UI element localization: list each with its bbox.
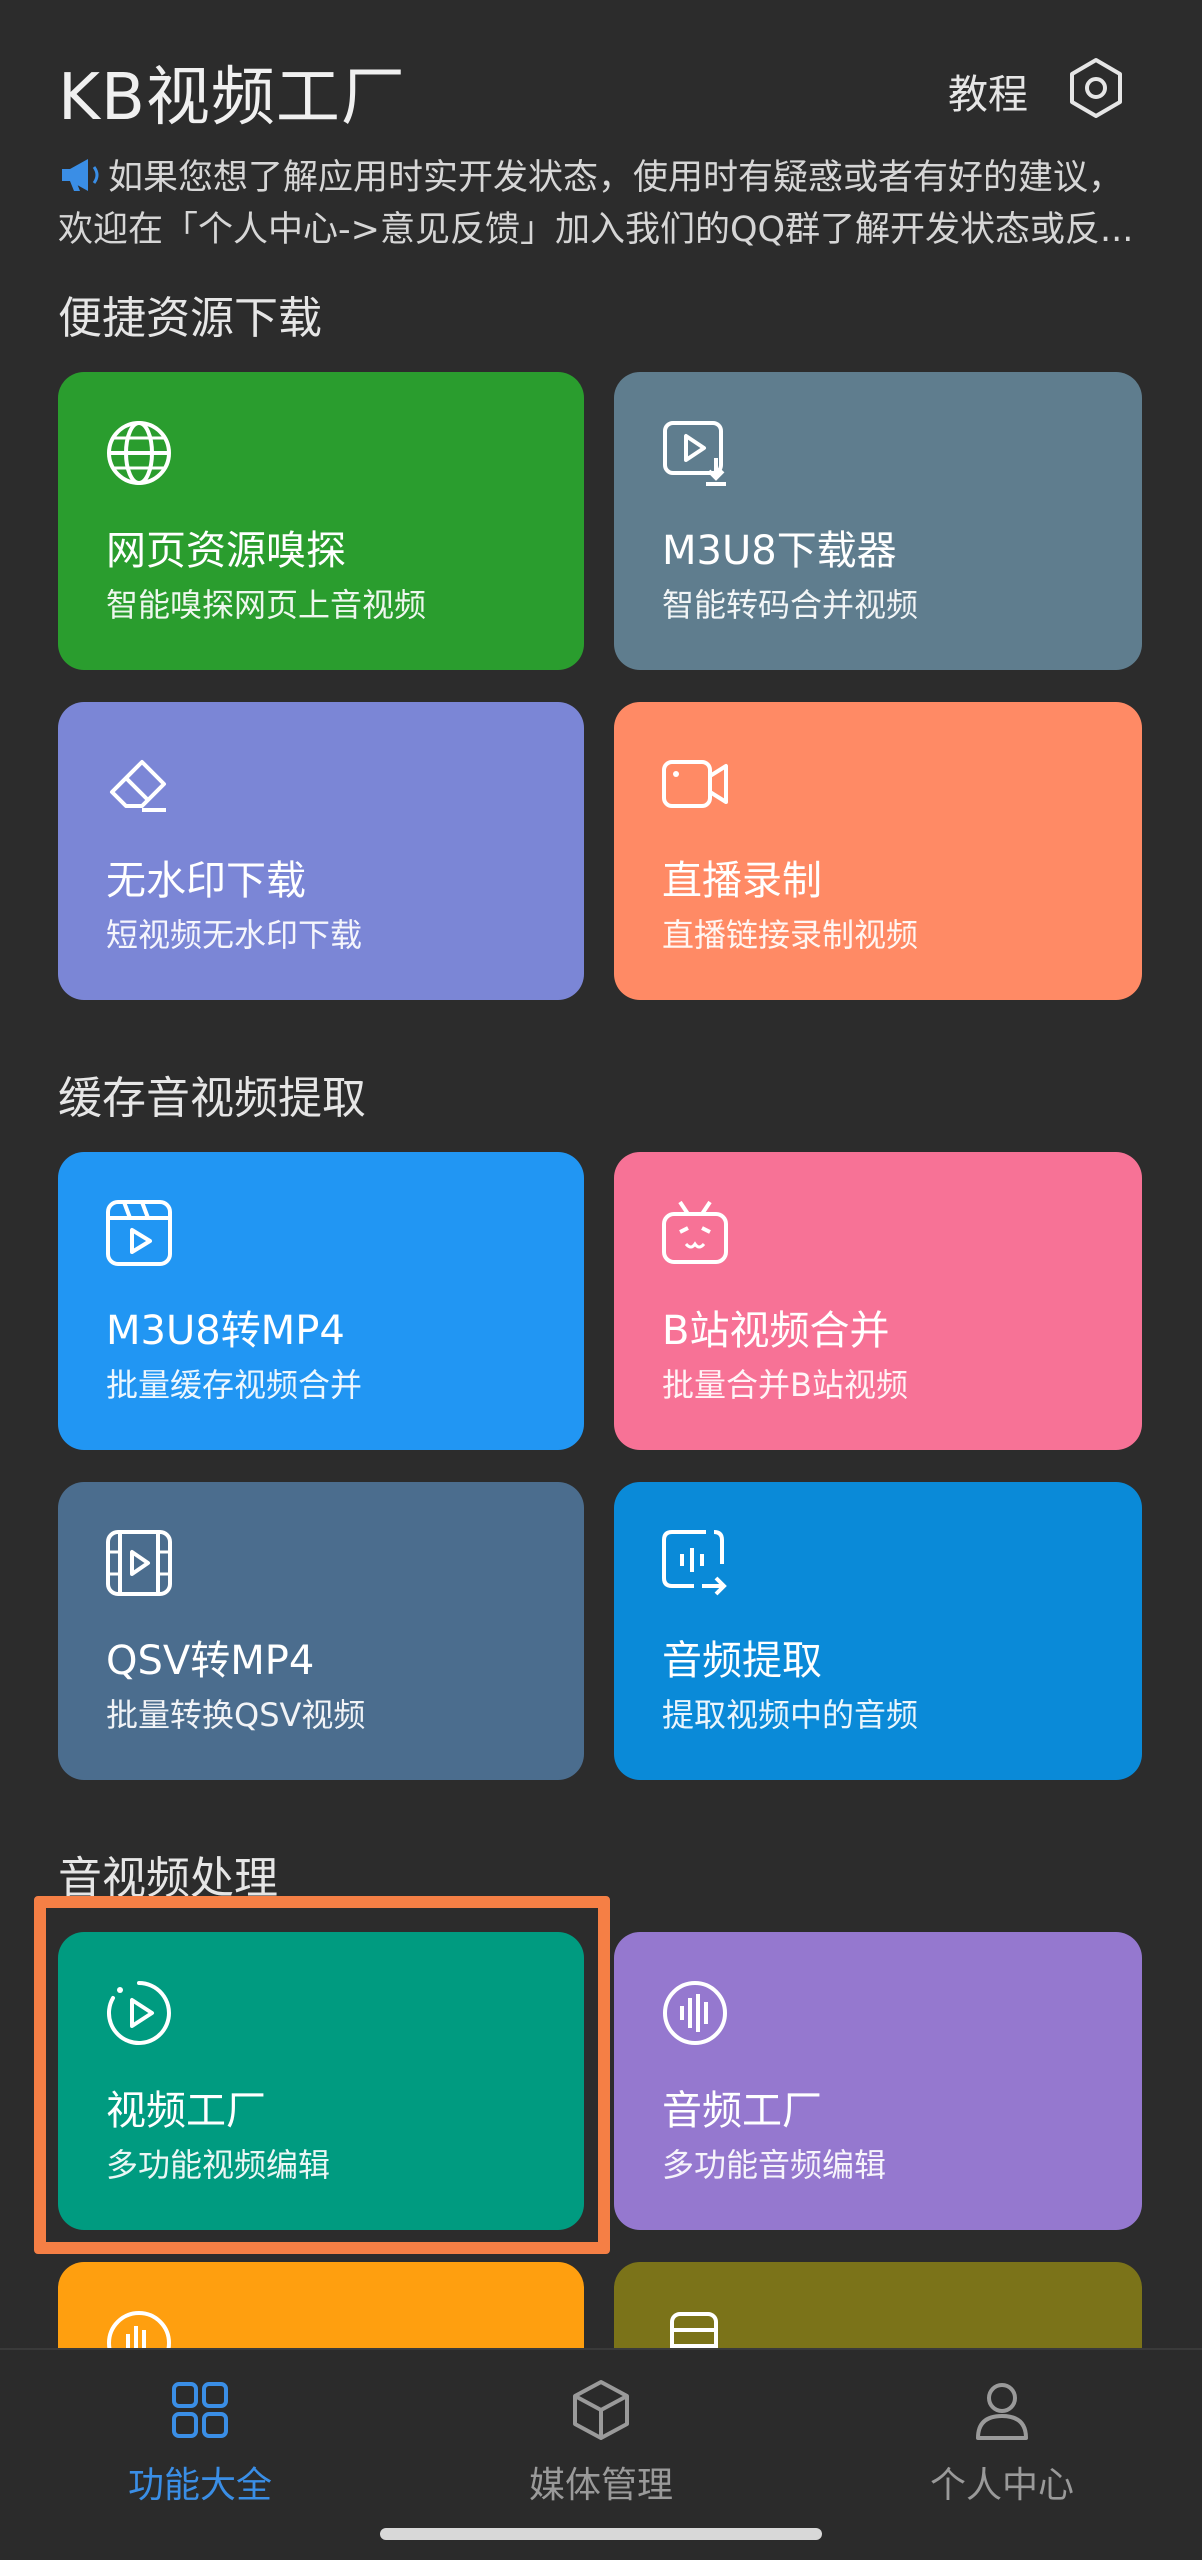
nav-tab-personal-center[interactable]: 个人中心: [852, 2378, 1152, 2508]
nav-label: 个人中心: [929, 2465, 1074, 2506]
tutorial-link[interactable]: 教程: [948, 62, 1028, 120]
card-subtitle: 批量合并B站视频: [662, 1366, 908, 1404]
highlight-frame: [34, 1896, 610, 2254]
announcement-line-1: 如果您想了解应用时实开发状态，使用时有疑惑或者有好的建议，: [108, 158, 1124, 198]
audio-extract-icon: [662, 1530, 727, 1596]
app-screen: KB视频工厂 教程 如果您想了解应用时实开发状态，使用时有疑惑或者有好的建议， …: [0, 0, 1202, 2560]
card-title: 直播录制: [662, 858, 822, 904]
card-subtitle: 提取视频中的音频: [662, 1696, 919, 1734]
card-audio-factory[interactable]: 音频工厂 多功能音频编辑: [614, 1932, 1142, 2230]
section-title-cache-extract: 缓存音视频提取: [58, 1073, 366, 1124]
home-indicator[interactable]: [380, 2528, 822, 2540]
card-web-sniff[interactable]: 网页资源嗅探 智能嗅探网页上音视频: [58, 372, 584, 670]
card-title: 网页资源嗅探: [106, 528, 346, 574]
video-camera-icon: [662, 760, 728, 808]
card-audio-extract[interactable]: 音频提取 提取视频中的音频: [614, 1482, 1142, 1780]
card-subtitle: 批量缓存视频合并: [106, 1366, 363, 1404]
card-subtitle: 智能转码合并视频: [662, 586, 919, 624]
card-title: M3U8下载器: [662, 528, 897, 574]
card-subtitle: 智能嗅探网页上音视频: [106, 586, 427, 624]
clapperboard-icon: [106, 1200, 172, 1266]
card-subtitle: 短视频无水印下载: [106, 916, 363, 954]
announcement-line-2: 欢迎在「个人中心->意见反馈」加入我们的QQ群了解开发状态或反...: [58, 210, 1134, 250]
card-title: B站视频合并: [662, 1308, 890, 1354]
card-bilibili-merge[interactable]: B站视频合并 批量合并B站视频: [614, 1152, 1142, 1450]
globe-icon: [107, 421, 171, 485]
card-m3u8-downloader[interactable]: M3U8下载器 智能转码合并视频: [614, 372, 1142, 670]
section-title-quick-download: 便捷资源下载: [58, 293, 322, 344]
grid-apps-icon: [172, 2382, 228, 2438]
card-title: QSV转MP4: [106, 1638, 315, 1684]
cube-icon: [573, 2380, 629, 2440]
card-title: 无水印下载: [106, 858, 306, 904]
gear-hexagon-icon: [1070, 58, 1122, 118]
card-subtitle: 批量转换QSV视频: [106, 1696, 366, 1734]
announcement-banner[interactable]: 如果您想了解应用时实开发状态，使用时有疑惑或者有好的建议， 欢迎在「个人中心->…: [58, 152, 1148, 256]
card-qsv-to-mp4[interactable]: QSV转MP4 批量转换QSV视频: [58, 1482, 584, 1780]
nav-label: 媒体管理: [528, 2465, 673, 2506]
bilibili-tv-icon: [662, 1200, 728, 1264]
card-subtitle: 直播链接录制视频: [662, 916, 919, 954]
card-no-watermark[interactable]: 无水印下载 短视频无水印下载: [58, 702, 584, 1000]
card-m3u8-to-mp4[interactable]: M3U8转MP4 批量缓存视频合并: [58, 1152, 584, 1450]
nav-tab-all-features[interactable]: 功能大全: [50, 2378, 350, 2508]
card-title: M3U8转MP4: [106, 1308, 345, 1354]
card-title: 音频工厂: [662, 2088, 822, 2134]
film-strip-icon: [106, 1530, 172, 1596]
card-live-record[interactable]: 直播录制 直播链接录制视频: [614, 702, 1142, 1000]
person-icon: [976, 2383, 1028, 2440]
eraser-icon: [110, 760, 166, 812]
video-download-icon: [663, 421, 726, 486]
audio-wave-circle-icon: [663, 1981, 727, 2045]
card-subtitle: 多功能音频编辑: [662, 2146, 887, 2184]
megaphone-icon: [62, 159, 99, 191]
settings-button[interactable]: [1064, 56, 1128, 120]
card-title: 音频提取: [662, 1638, 822, 1684]
app-title: KB视频工厂: [58, 61, 406, 135]
nav-tab-media-management[interactable]: 媒体管理: [451, 2378, 751, 2508]
nav-label: 功能大全: [127, 2465, 272, 2506]
